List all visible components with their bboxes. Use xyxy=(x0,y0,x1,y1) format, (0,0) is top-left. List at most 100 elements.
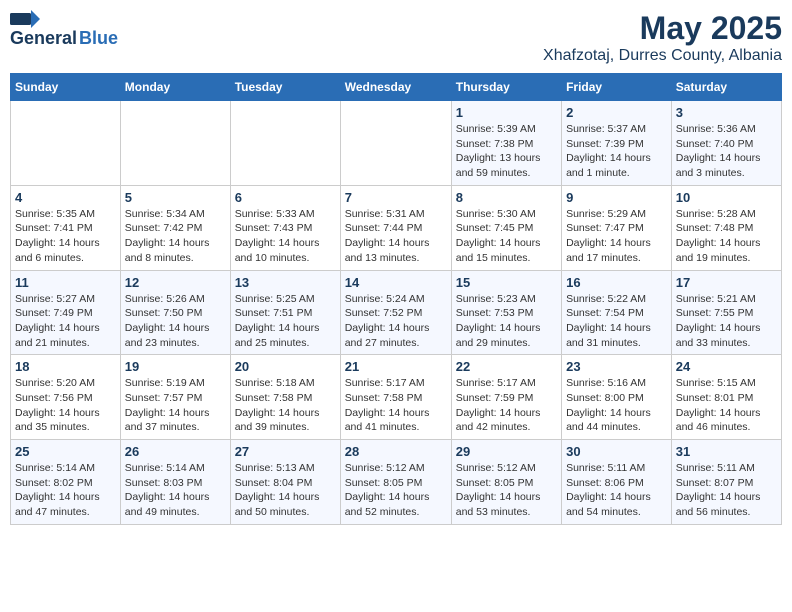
day-info: Sunrise: 5:29 AMSunset: 7:47 PMDaylight:… xyxy=(566,207,667,266)
day-number: 22 xyxy=(456,359,557,374)
week-row-3: 11 Sunrise: 5:27 AMSunset: 7:49 PMDayligh… xyxy=(11,270,782,355)
day-cell-1-2 xyxy=(120,101,230,186)
day-number: 6 xyxy=(235,190,336,205)
day-number: 9 xyxy=(566,190,667,205)
day-info: Sunrise: 5:11 AMSunset: 8:06 PMDaylight:… xyxy=(566,461,667,520)
day-number: 3 xyxy=(676,105,777,120)
day-info: Sunrise: 5:39 AMSunset: 7:38 PMDaylight:… xyxy=(456,122,557,181)
day-info: Sunrise: 5:19 AMSunset: 7:57 PMDaylight:… xyxy=(125,376,226,435)
title-area: May 2025 Xhafzotaj, Durres County, Alban… xyxy=(543,10,782,65)
day-cell-4-1: 18 Sunrise: 5:20 AMSunset: 7:56 PMDayligh… xyxy=(11,355,121,440)
day-cell-5-2: 26 Sunrise: 5:14 AMSunset: 8:03 PMDayligh… xyxy=(120,440,230,525)
day-cell-5-5: 29 Sunrise: 5:12 AMSunset: 8:05 PMDayligh… xyxy=(451,440,561,525)
day-number: 11 xyxy=(15,275,116,290)
day-info: Sunrise: 5:30 AMSunset: 7:45 PMDaylight:… xyxy=(456,207,557,266)
day-info: Sunrise: 5:31 AMSunset: 7:44 PMDaylight:… xyxy=(345,207,447,266)
day-info: Sunrise: 5:17 AMSunset: 7:58 PMDaylight:… xyxy=(345,376,447,435)
day-cell-4-4: 21Sunrise: 5:17 AMSunset: 7:58 PMDayligh… xyxy=(340,355,451,440)
day-cell-5-6: 30 Sunrise: 5:11 AMSunset: 8:06 PMDayligh… xyxy=(562,440,672,525)
day-info: Sunrise: 5:14 AMSunset: 8:02 PMDaylight:… xyxy=(15,461,116,520)
day-info: Sunrise: 5:13 AMSunset: 8:04 PMDaylight:… xyxy=(235,461,336,520)
logo-icon xyxy=(10,10,40,28)
day-info: Sunrise: 5:20 AMSunset: 7:56 PMDaylight:… xyxy=(15,376,116,435)
day-info: Sunrise: 5:36 AMSunset: 7:40 PMDaylight:… xyxy=(676,122,777,181)
day-number: 31 xyxy=(676,444,777,459)
day-cell-5-3: 27 Sunrise: 5:13 AMSunset: 8:04 PMDayligh… xyxy=(230,440,340,525)
logo: General Blue xyxy=(10,10,118,49)
day-info: Sunrise: 5:25 AMSunset: 7:51 PMDaylight:… xyxy=(235,292,336,351)
day-info: Sunrise: 5:16 AMSunset: 8:00 PMDaylight:… xyxy=(566,376,667,435)
day-cell-2-1: 4Sunrise: 5:35 AMSunset: 7:41 PMDaylight… xyxy=(11,185,121,270)
day-info: Sunrise: 5:23 AMSunset: 7:53 PMDaylight:… xyxy=(456,292,557,351)
day-cell-2-6: 9 Sunrise: 5:29 AMSunset: 7:47 PMDaylight… xyxy=(562,185,672,270)
day-info: Sunrise: 5:18 AMSunset: 7:58 PMDaylight:… xyxy=(235,376,336,435)
day-info: Sunrise: 5:21 AMSunset: 7:55 PMDaylight:… xyxy=(676,292,777,351)
day-info: Sunrise: 5:12 AMSunset: 8:05 PMDaylight:… xyxy=(345,461,447,520)
day-number: 14 xyxy=(345,275,447,290)
day-info: Sunrise: 5:34 AMSunset: 7:42 PMDaylight:… xyxy=(125,207,226,266)
day-cell-1-7: 3 Sunrise: 5:36 AMSunset: 7:40 PMDaylight… xyxy=(671,101,781,186)
day-number: 17 xyxy=(676,275,777,290)
day-info: Sunrise: 5:14 AMSunset: 8:03 PMDaylight:… xyxy=(125,461,226,520)
day-cell-3-3: 13 Sunrise: 5:25 AMSunset: 7:51 PMDayligh… xyxy=(230,270,340,355)
week-row-2: 4Sunrise: 5:35 AMSunset: 7:41 PMDaylight… xyxy=(11,185,782,270)
header-sunday: Sunday xyxy=(11,74,121,101)
day-number: 1 xyxy=(456,105,557,120)
day-cell-3-2: 12 Sunrise: 5:26 AMSunset: 7:50 PMDayligh… xyxy=(120,270,230,355)
day-info: Sunrise: 5:22 AMSunset: 7:54 PMDaylight:… xyxy=(566,292,667,351)
day-info: Sunrise: 5:27 AMSunset: 7:49 PMDaylight:… xyxy=(15,292,116,351)
day-number: 23 xyxy=(566,359,667,374)
day-number: 30 xyxy=(566,444,667,459)
day-number: 15 xyxy=(456,275,557,290)
day-number: 24 xyxy=(676,359,777,374)
day-cell-1-1 xyxy=(11,101,121,186)
day-number: 27 xyxy=(235,444,336,459)
week-row-1: 1 Sunrise: 5:39 AMSunset: 7:38 PMDaylight… xyxy=(11,101,782,186)
header-thursday: Thursday xyxy=(451,74,561,101)
day-number: 26 xyxy=(125,444,226,459)
day-number: 19 xyxy=(125,359,226,374)
day-info: Sunrise: 5:11 AMSunset: 8:07 PMDaylight:… xyxy=(676,461,777,520)
day-info: Sunrise: 5:17 AMSunset: 7:59 PMDaylight:… xyxy=(456,376,557,435)
day-cell-2-3: 6Sunrise: 5:33 AMSunset: 7:43 PMDaylight… xyxy=(230,185,340,270)
day-info: Sunrise: 5:28 AMSunset: 7:48 PMDaylight:… xyxy=(676,207,777,266)
day-number: 7 xyxy=(345,190,447,205)
day-number: 8 xyxy=(456,190,557,205)
day-cell-3-7: 17 Sunrise: 5:21 AMSunset: 7:55 PMDayligh… xyxy=(671,270,781,355)
header-wednesday: Wednesday xyxy=(340,74,451,101)
day-number: 12 xyxy=(125,275,226,290)
day-cell-5-1: 25Sunrise: 5:14 AMSunset: 8:02 PMDayligh… xyxy=(11,440,121,525)
logo-general: General xyxy=(10,28,77,49)
day-cell-4-5: 22 Sunrise: 5:17 AMSunset: 7:59 PMDayligh… xyxy=(451,355,561,440)
day-number: 29 xyxy=(456,444,557,459)
day-info: Sunrise: 5:15 AMSunset: 8:01 PMDaylight:… xyxy=(676,376,777,435)
location-title: Xhafzotaj, Durres County, Albania xyxy=(543,47,782,65)
day-number: 10 xyxy=(676,190,777,205)
day-cell-3-1: 11 Sunrise: 5:27 AMSunset: 7:49 PMDayligh… xyxy=(11,270,121,355)
week-row-5: 25Sunrise: 5:14 AMSunset: 8:02 PMDayligh… xyxy=(11,440,782,525)
day-cell-4-7: 24 Sunrise: 5:15 AMSunset: 8:01 PMDayligh… xyxy=(671,355,781,440)
day-cell-3-5: 15 Sunrise: 5:23 AMSunset: 7:53 PMDayligh… xyxy=(451,270,561,355)
header-monday: Monday xyxy=(120,74,230,101)
day-cell-4-3: 20 Sunrise: 5:18 AMSunset: 7:58 PMDayligh… xyxy=(230,355,340,440)
day-cell-2-4: 7 Sunrise: 5:31 AMSunset: 7:44 PMDaylight… xyxy=(340,185,451,270)
day-cell-1-4 xyxy=(340,101,451,186)
day-number: 18 xyxy=(15,359,116,374)
day-number: 20 xyxy=(235,359,336,374)
day-cell-1-6: 2Sunrise: 5:37 AMSunset: 7:39 PMDaylight… xyxy=(562,101,672,186)
day-number: 16 xyxy=(566,275,667,290)
week-row-4: 18 Sunrise: 5:20 AMSunset: 7:56 PMDayligh… xyxy=(11,355,782,440)
header-saturday: Saturday xyxy=(671,74,781,101)
day-cell-3-4: 14 Sunrise: 5:24 AMSunset: 7:52 PMDayligh… xyxy=(340,270,451,355)
day-info: Sunrise: 5:26 AMSunset: 7:50 PMDaylight:… xyxy=(125,292,226,351)
day-info: Sunrise: 5:12 AMSunset: 8:05 PMDaylight:… xyxy=(456,461,557,520)
day-number: 5 xyxy=(125,190,226,205)
day-number: 13 xyxy=(235,275,336,290)
day-cell-1-3 xyxy=(230,101,340,186)
calendar-table: SundayMondayTuesdayWednesdayThursdayFrid… xyxy=(10,73,782,525)
day-info: Sunrise: 5:24 AMSunset: 7:52 PMDaylight:… xyxy=(345,292,447,351)
day-cell-2-2: 5 Sunrise: 5:34 AMSunset: 7:42 PMDaylight… xyxy=(120,185,230,270)
day-cell-4-6: 23 Sunrise: 5:16 AMSunset: 8:00 PMDayligh… xyxy=(562,355,672,440)
month-title: May 2025 xyxy=(543,10,782,47)
day-number: 4 xyxy=(15,190,116,205)
